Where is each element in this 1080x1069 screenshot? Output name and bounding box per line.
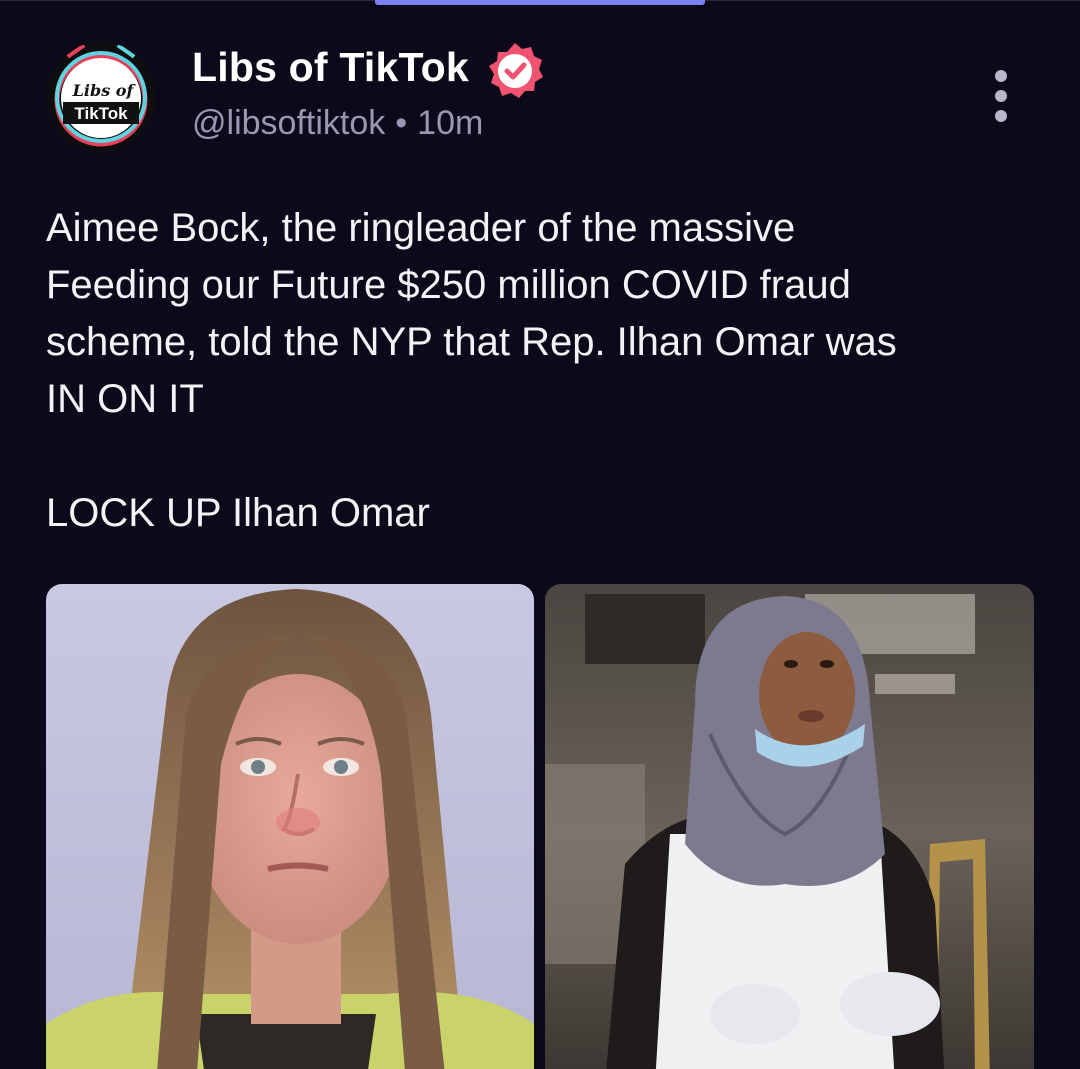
avatar-text-bottom: TikTok (74, 104, 128, 123)
post-text-line: Aimee Bock, the ringleader of the massiv… (46, 206, 796, 250)
post-image-mugshot[interactable] (46, 584, 534, 1069)
avatar-logo: Libs of TikTok (46, 42, 156, 152)
handle[interactable]: @libsoftiktok (192, 104, 385, 142)
ellipsis-dot (995, 70, 1007, 82)
avatar-text-top: Libs of (72, 81, 137, 100)
avatar[interactable]: Libs of TikTok (46, 42, 156, 152)
active-tab-indicator (375, 0, 705, 5)
post-image-representative[interactable] (545, 584, 1034, 1069)
verified-check-icon (484, 40, 546, 102)
post-text-line: scheme, told the NYP that Rep. Ilhan Oma… (46, 320, 897, 364)
display-name[interactable]: Libs of TikTok (192, 44, 469, 91)
post-text: Aimee Bock, the ringleader of the massiv… (46, 200, 1036, 542)
separator-dot: • (395, 104, 408, 142)
post-text-line: LOCK UP Ilhan Omar (46, 491, 430, 535)
more-options-button[interactable] (984, 70, 1018, 122)
ellipsis-dot (995, 110, 1007, 122)
handle-time-line: @libsoftiktok • 10m (192, 104, 483, 143)
post-time[interactable]: 10m (417, 104, 483, 142)
post-text-line: Feeding our Future $250 million COVID fr… (46, 263, 851, 307)
post-text-line: IN ON IT (46, 377, 204, 421)
ellipsis-dot (995, 90, 1007, 102)
